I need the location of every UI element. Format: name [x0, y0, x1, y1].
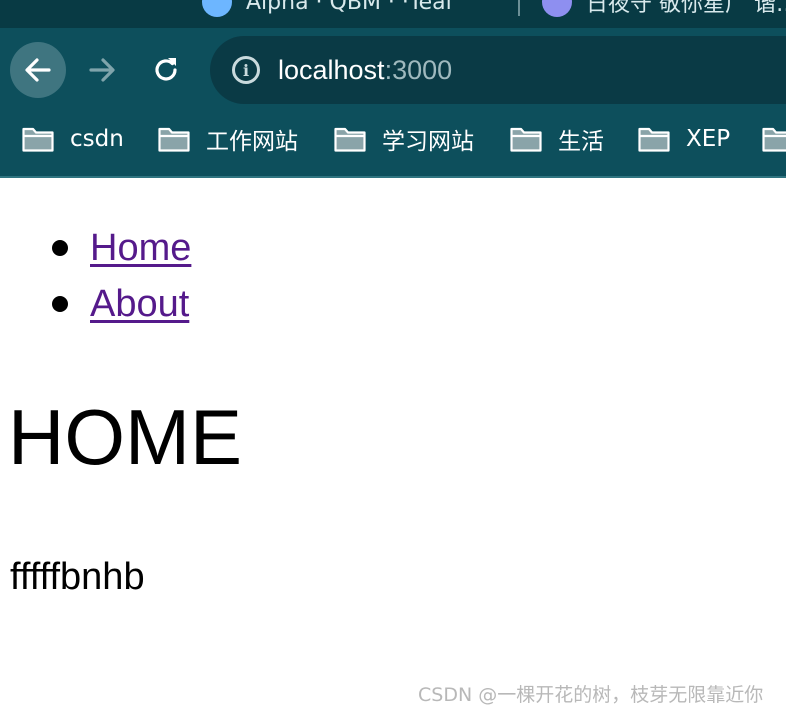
arrow-left-icon [25, 58, 51, 82]
folder-icon [334, 127, 366, 152]
bookmark-label: csdn [70, 126, 124, 152]
bookmark-life[interactable]: 生活 [510, 124, 604, 155]
folder-icon [638, 127, 670, 152]
nav-item-about: About [52, 276, 191, 332]
bookmark-overflow-folder[interactable] [762, 124, 786, 154]
bookmark-label: 工作网站 [206, 129, 298, 155]
back-button[interactable] [10, 42, 66, 98]
about-link[interactable]: About [90, 285, 189, 323]
bookmark-work-sites[interactable]: 工作网站 [158, 124, 298, 155]
watermark-text: CSDN @一棵开花的树，枝芽无限靠近你 [418, 684, 764, 706]
tab-1[interactable]: Alpha · QBM · ·Teal [202, 0, 452, 17]
url-port: :3000 [384, 54, 453, 85]
bookmarks-bar: csdn 工作网站 学习网站 生活 XEP [0, 114, 786, 176]
folder-icon [22, 127, 54, 152]
tab-title: Alpha · QBM · ·Teal [246, 0, 452, 15]
bookmark-label: XEP [686, 126, 731, 152]
nav-item-home: Home [52, 220, 191, 276]
arrow-right-icon [89, 58, 115, 82]
tab-2[interactable]: 日夜守 敬你星广 谐… [542, 0, 786, 17]
info-icon[interactable]: i [232, 56, 260, 84]
folder-icon [762, 127, 786, 152]
bullet-icon [52, 240, 68, 256]
bookmark-xep[interactable]: XEP [638, 124, 730, 154]
home-link[interactable]: Home [90, 229, 191, 267]
bullet-icon [52, 296, 68, 312]
tab-favicon-icon [202, 0, 232, 17]
tab-separator [518, 0, 520, 16]
reload-icon [155, 58, 177, 81]
bookmark-study-sites[interactable]: 学习网站 [334, 124, 474, 155]
url-text[interactable]: localhost:3000 [278, 55, 452, 86]
folder-icon [510, 127, 542, 152]
folder-icon [158, 127, 190, 152]
bookmark-label: 生活 [558, 129, 604, 155]
tab-favicon-icon [542, 0, 572, 17]
url-host: localhost [278, 54, 385, 85]
tab-title: 日夜守 敬你星广 谐… [586, 0, 786, 17]
browser-chrome: Alpha · QBM · ·Teal 日夜守 敬你星广 谐… i localh… [0, 0, 786, 178]
page-heading: HOME [8, 393, 242, 481]
address-bar[interactable]: i localhost:3000 [210, 36, 786, 104]
reload-button[interactable] [138, 42, 194, 98]
forward-button[interactable] [74, 42, 130, 98]
page-content: Home About HOME fffffbnhb [0, 178, 786, 710]
tab-strip: Alpha · QBM · ·Teal 日夜守 敬你星广 谐… [0, 0, 786, 28]
bookmark-label: 学习网站 [382, 129, 474, 155]
page-nav: Home About [52, 220, 191, 332]
bookmark-csdn[interactable]: csdn [22, 124, 124, 154]
page-paragraph: fffffbnhb [10, 556, 145, 598]
browser-toolbar: i localhost:3000 [0, 28, 786, 114]
